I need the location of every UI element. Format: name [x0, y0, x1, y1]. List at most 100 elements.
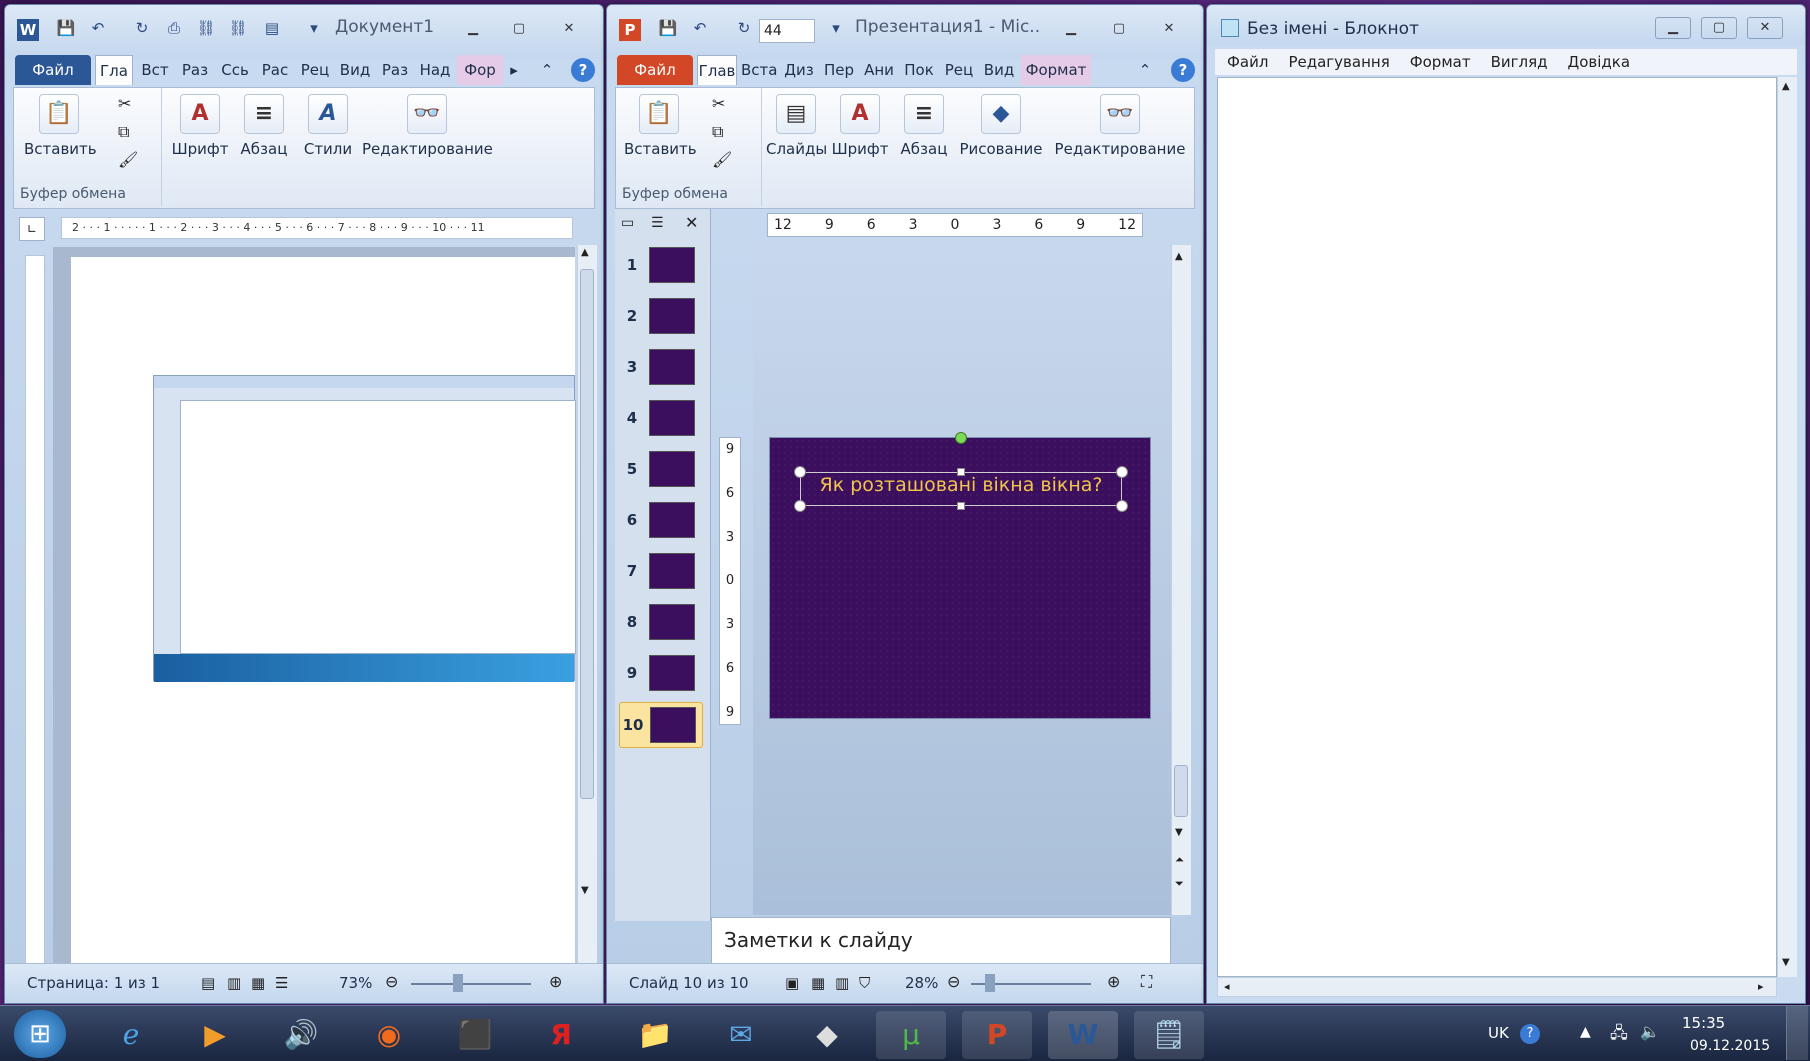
styles-button[interactable]: A Стили: [298, 94, 358, 158]
powerpoint-taskbar-icon[interactable]: P: [962, 1011, 1032, 1059]
print-layout-icon[interactable]: ▤: [201, 974, 215, 992]
clock-date[interactable]: 09.12.2015: [1690, 1038, 1770, 1054]
firefox-icon[interactable]: ◉: [354, 1011, 424, 1059]
slide-thumbnail-item[interactable]: 5: [619, 447, 703, 493]
save-icon[interactable]: 💾: [657, 19, 679, 41]
editing-button[interactable]: 👓 Редактирование: [362, 94, 493, 158]
close-pane-icon[interactable]: ✕: [685, 213, 698, 232]
word-vertical-scrollbar[interactable]: ▲ ▼: [577, 245, 597, 967]
ppt-vertical-scrollbar[interactable]: ▲ ▼ ⏶ ⏷: [1171, 245, 1191, 915]
cut-icon[interactable]: ✂: [118, 94, 131, 113]
tab-insert[interactable]: Вст: [137, 55, 173, 85]
close-button[interactable]: ✕: [1747, 17, 1783, 39]
slide-thumbnail-item[interactable]: 9: [619, 651, 703, 697]
language-indicator[interactable]: UK: [1488, 1024, 1509, 1042]
scroll-right-icon[interactable]: ▸: [1758, 980, 1764, 993]
zoom-out-icon[interactable]: ⊖: [947, 972, 960, 991]
slide-sorter-icon[interactable]: ▦: [811, 974, 825, 992]
word-taskbar-icon[interactable]: W: [1048, 1011, 1118, 1059]
notepad-horizontal-scrollbar[interactable]: ◂ ▸: [1217, 977, 1777, 997]
redo-icon[interactable]: ↻: [733, 19, 755, 41]
resize-handle[interactable]: [1116, 500, 1128, 512]
tab-file[interactable]: Файл: [617, 55, 693, 85]
help-icon[interactable]: ?: [1171, 58, 1195, 82]
slide-thumbnail-item[interactable]: 6: [619, 498, 703, 544]
slide-thumbnail-item[interactable]: 2: [619, 294, 703, 340]
collapse-ribbon-icon[interactable]: ⌃: [537, 55, 557, 85]
customize-qat-icon[interactable]: ▾: [825, 19, 847, 41]
zoom-slider[interactable]: [411, 983, 531, 985]
notepad-text-area[interactable]: [1217, 77, 1777, 977]
scroll-thumb[interactable]: [1174, 765, 1188, 817]
tab-scroll-right-icon[interactable]: ▸: [507, 55, 521, 85]
close-button[interactable]: ✕: [551, 19, 587, 41]
menu-format[interactable]: Формат: [1410, 49, 1471, 75]
tab-review[interactable]: Рец: [941, 55, 977, 85]
print-icon[interactable]: ⎙: [163, 19, 185, 41]
outline-icon[interactable]: ☰: [275, 974, 288, 992]
format-painter-icon[interactable]: 🖌: [712, 150, 732, 169]
undo-icon[interactable]: ↶: [87, 19, 109, 41]
drawing-button[interactable]: ◆ Рисование: [958, 94, 1044, 158]
slide-thumbnail-item[interactable]: 1: [619, 243, 703, 289]
menu-edit[interactable]: Редагування: [1288, 49, 1389, 75]
ppt-app-icon[interactable]: P: [619, 19, 641, 41]
slide-thumbnail-item[interactable]: 8: [619, 600, 703, 646]
zoom-slider-thumb[interactable]: [453, 974, 463, 992]
minimize-button[interactable]: ▁: [1655, 17, 1691, 39]
redo-icon[interactable]: ↻: [131, 19, 153, 41]
notes-pane[interactable]: Заметки к слайду: [711, 917, 1171, 967]
tab-animations[interactable]: Ани: [861, 55, 897, 85]
menu-help[interactable]: Довідка: [1567, 49, 1630, 75]
tab-transitions[interactable]: Пер: [821, 55, 857, 85]
tab-developer[interactable]: Раз: [377, 55, 413, 85]
tab-design[interactable]: Диз: [781, 55, 817, 85]
tab-home[interactable]: Глав: [697, 55, 737, 85]
format-painter-icon[interactable]: 🖌: [118, 150, 138, 169]
normal-view-icon[interactable]: ▣: [785, 974, 799, 992]
scroll-thumb[interactable]: [580, 269, 594, 799]
media-player-icon[interactable]: ▶: [180, 1011, 250, 1059]
zoom-level[interactable]: 73%: [339, 974, 372, 992]
zoom-in-icon[interactable]: ⊕: [1107, 972, 1120, 991]
tab-slideshow[interactable]: Пок: [901, 55, 937, 85]
font-size-field[interactable]: 44: [759, 19, 815, 43]
help-icon[interactable]: ?: [571, 58, 595, 82]
scroll-up-icon[interactable]: ▲: [581, 247, 589, 258]
tray-expand-icon[interactable]: ▲: [1580, 1024, 1591, 1040]
notepad-vertical-scrollbar[interactable]: ▲ ▼: [1777, 77, 1797, 977]
paste-button[interactable]: 📋 Вставить: [24, 94, 97, 158]
scroll-down-icon[interactable]: ▼: [1782, 957, 1790, 968]
paragraph-button[interactable]: ≡ Абзац: [234, 94, 294, 158]
tab-addins[interactable]: Над: [417, 55, 453, 85]
tab-review[interactable]: Рец: [297, 55, 333, 85]
copy-icon[interactable]: ⧉: [118, 122, 129, 142]
scroll-down-icon[interactable]: ▼: [1175, 827, 1183, 838]
slide-thumbnail-item[interactable]: 10: [619, 702, 703, 748]
org-chart-icon-2[interactable]: ⛓: [227, 19, 249, 41]
tab-design[interactable]: Раз: [177, 55, 213, 85]
audio-icon[interactable]: 🔊: [266, 1011, 336, 1059]
current-slide[interactable]: Як розташовані вікна вікна?: [769, 432, 1151, 719]
page-icon[interactable]: ▤: [261, 19, 283, 41]
tab-view[interactable]: Вид: [337, 55, 373, 85]
slideshow-icon[interactable]: ⛉: [859, 974, 870, 992]
reading-mode-icon[interactable]: ▥: [227, 974, 241, 992]
slide-title[interactable]: Як розташовані вікна вікна?: [800, 474, 1122, 496]
slides-tab-icon[interactable]: ▭: [621, 215, 634, 231]
undo-icon[interactable]: ↶: [689, 19, 711, 41]
tab-insert[interactable]: Вста: [741, 55, 777, 85]
resize-handle[interactable]: [794, 500, 806, 512]
word-app-icon[interactable]: W: [17, 19, 39, 41]
slide-thumbnail-item[interactable]: 4: [619, 396, 703, 442]
zoom-in-icon[interactable]: ⊕: [549, 972, 562, 991]
paragraph-button[interactable]: ≡ Абзац: [894, 94, 954, 158]
ruler-toggle-icon[interactable]: ∟: [19, 217, 45, 241]
slide-thumbnail-item[interactable]: 3: [619, 345, 703, 391]
volume-icon[interactable]: 🔈: [1640, 1022, 1660, 1041]
help-tray-icon[interactable]: ?: [1520, 1024, 1540, 1044]
previous-slide-icon[interactable]: ⏶: [1175, 853, 1184, 867]
editing-button[interactable]: 👓 Редактирование: [1052, 94, 1188, 158]
customize-qat-icon[interactable]: ▾: [303, 19, 325, 41]
tab-mailings[interactable]: Рас: [257, 55, 293, 85]
